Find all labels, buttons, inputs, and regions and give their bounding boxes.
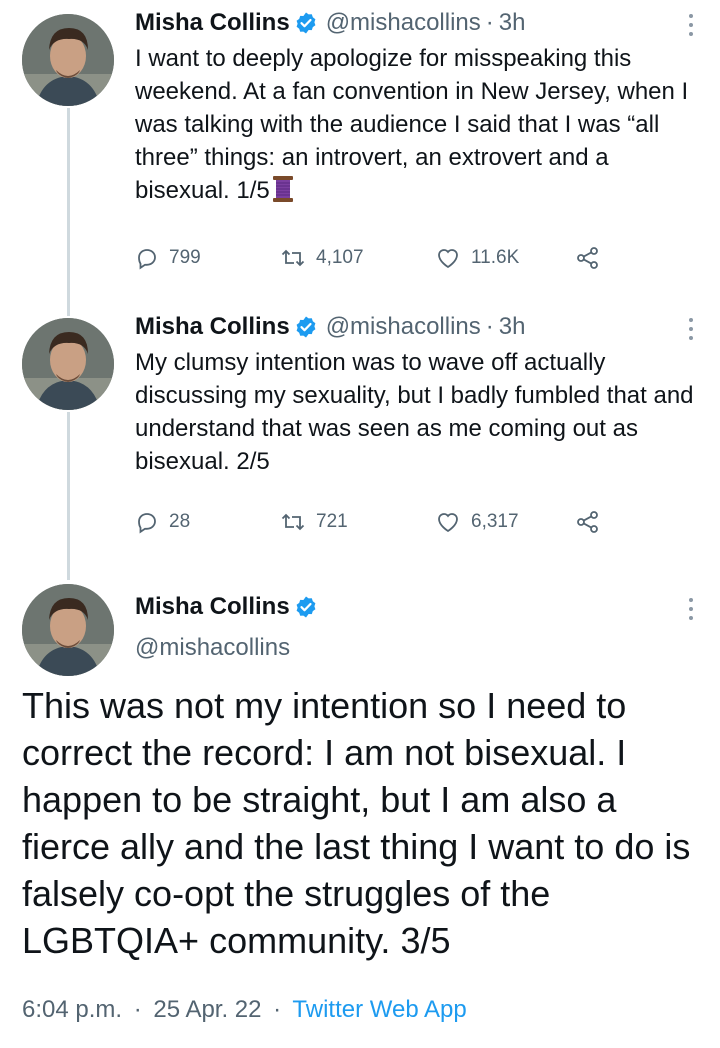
author-avatar[interactable]: [22, 584, 114, 676]
author-name[interactable]: Misha Collins: [135, 8, 290, 38]
author-handle[interactable]: @mishacollins: [326, 8, 481, 38]
retweet-count: 721: [316, 511, 348, 532]
author-name[interactable]: Misha Collins: [135, 312, 290, 342]
reply-icon: [138, 249, 156, 270]
reply-icon: [138, 513, 156, 534]
tweet-1[interactable]: Misha Collins @mishacollins · 3h I want …: [0, 0, 720, 300]
retweet-count: 4,107: [316, 247, 364, 268]
author-avatar[interactable]: [22, 318, 114, 410]
tweet-header: Misha Collins @mishacollins · 3h: [135, 312, 525, 342]
tweet-text: This was not my intention so I need to c…: [22, 685, 691, 961]
author-handle[interactable]: @mishacollins: [326, 312, 481, 342]
retweet-icon: [281, 513, 305, 531]
verified-badge-icon: [294, 11, 318, 35]
tweet-2[interactable]: Misha Collins @mishacollins · 3h My clum…: [0, 310, 720, 570]
reply-button[interactable]: 28: [135, 510, 280, 534]
tweet-time[interactable]: 6:04 p.m.: [22, 996, 122, 1023]
share-button[interactable]: [575, 246, 601, 270]
like-button[interactable]: 6,317: [435, 510, 575, 534]
tweet-header: Misha Collins @mishacollins · 3h: [135, 8, 525, 38]
verified-badge-icon: [294, 595, 318, 619]
header-separator: ·: [485, 313, 494, 340]
more-options-icon[interactable]: [688, 318, 694, 344]
more-options-icon[interactable]: [688, 598, 694, 624]
reply-count: 799: [169, 247, 201, 268]
tweet-text: I want to deeply apologize for misspeaki…: [135, 45, 689, 204]
tweet-metadata: 6:04 p.m. · 25 Apr. 22 · Twitter Web App: [22, 996, 467, 1023]
reply-count: 28: [169, 511, 191, 532]
tweet-actions: 799 4,107 11.6K: [135, 246, 601, 270]
header-separator: ·: [485, 9, 494, 36]
retweet-icon: [281, 249, 305, 267]
like-icon: [438, 249, 458, 269]
tweet-timestamp[interactable]: 3h: [499, 8, 526, 38]
share-icon: [577, 511, 598, 533]
reply-button[interactable]: 799: [135, 246, 280, 270]
tweet-timestamp[interactable]: 3h: [499, 312, 526, 342]
tweet-text: My clumsy intention was to wave off actu…: [135, 349, 694, 475]
like-button[interactable]: 11.6K: [435, 246, 575, 270]
main-tweet: Misha Collins @mishacollins This was not…: [0, 576, 720, 1048]
tweet-header: Misha Collins: [135, 592, 318, 622]
share-button[interactable]: [575, 510, 601, 534]
share-icon: [577, 247, 598, 269]
author-handle[interactable]: @mishacollins: [135, 634, 290, 662]
retweet-button[interactable]: 4,107: [280, 246, 435, 270]
more-options-icon[interactable]: [688, 14, 694, 40]
author-avatar[interactable]: [22, 14, 114, 106]
like-icon: [438, 513, 458, 533]
verified-badge-icon: [294, 315, 318, 339]
like-count: 11.6K: [471, 247, 520, 268]
tweet-source-link[interactable]: Twitter Web App: [292, 996, 466, 1023]
tweet-date[interactable]: 25 Apr. 22: [153, 996, 261, 1023]
tweet-actions: 28 721 6,317: [135, 510, 601, 534]
author-name[interactable]: Misha Collins: [135, 592, 290, 622]
retweet-button[interactable]: 721: [280, 510, 435, 534]
like-count: 6,317: [471, 511, 519, 532]
thread-spool-emoji: [272, 175, 294, 203]
